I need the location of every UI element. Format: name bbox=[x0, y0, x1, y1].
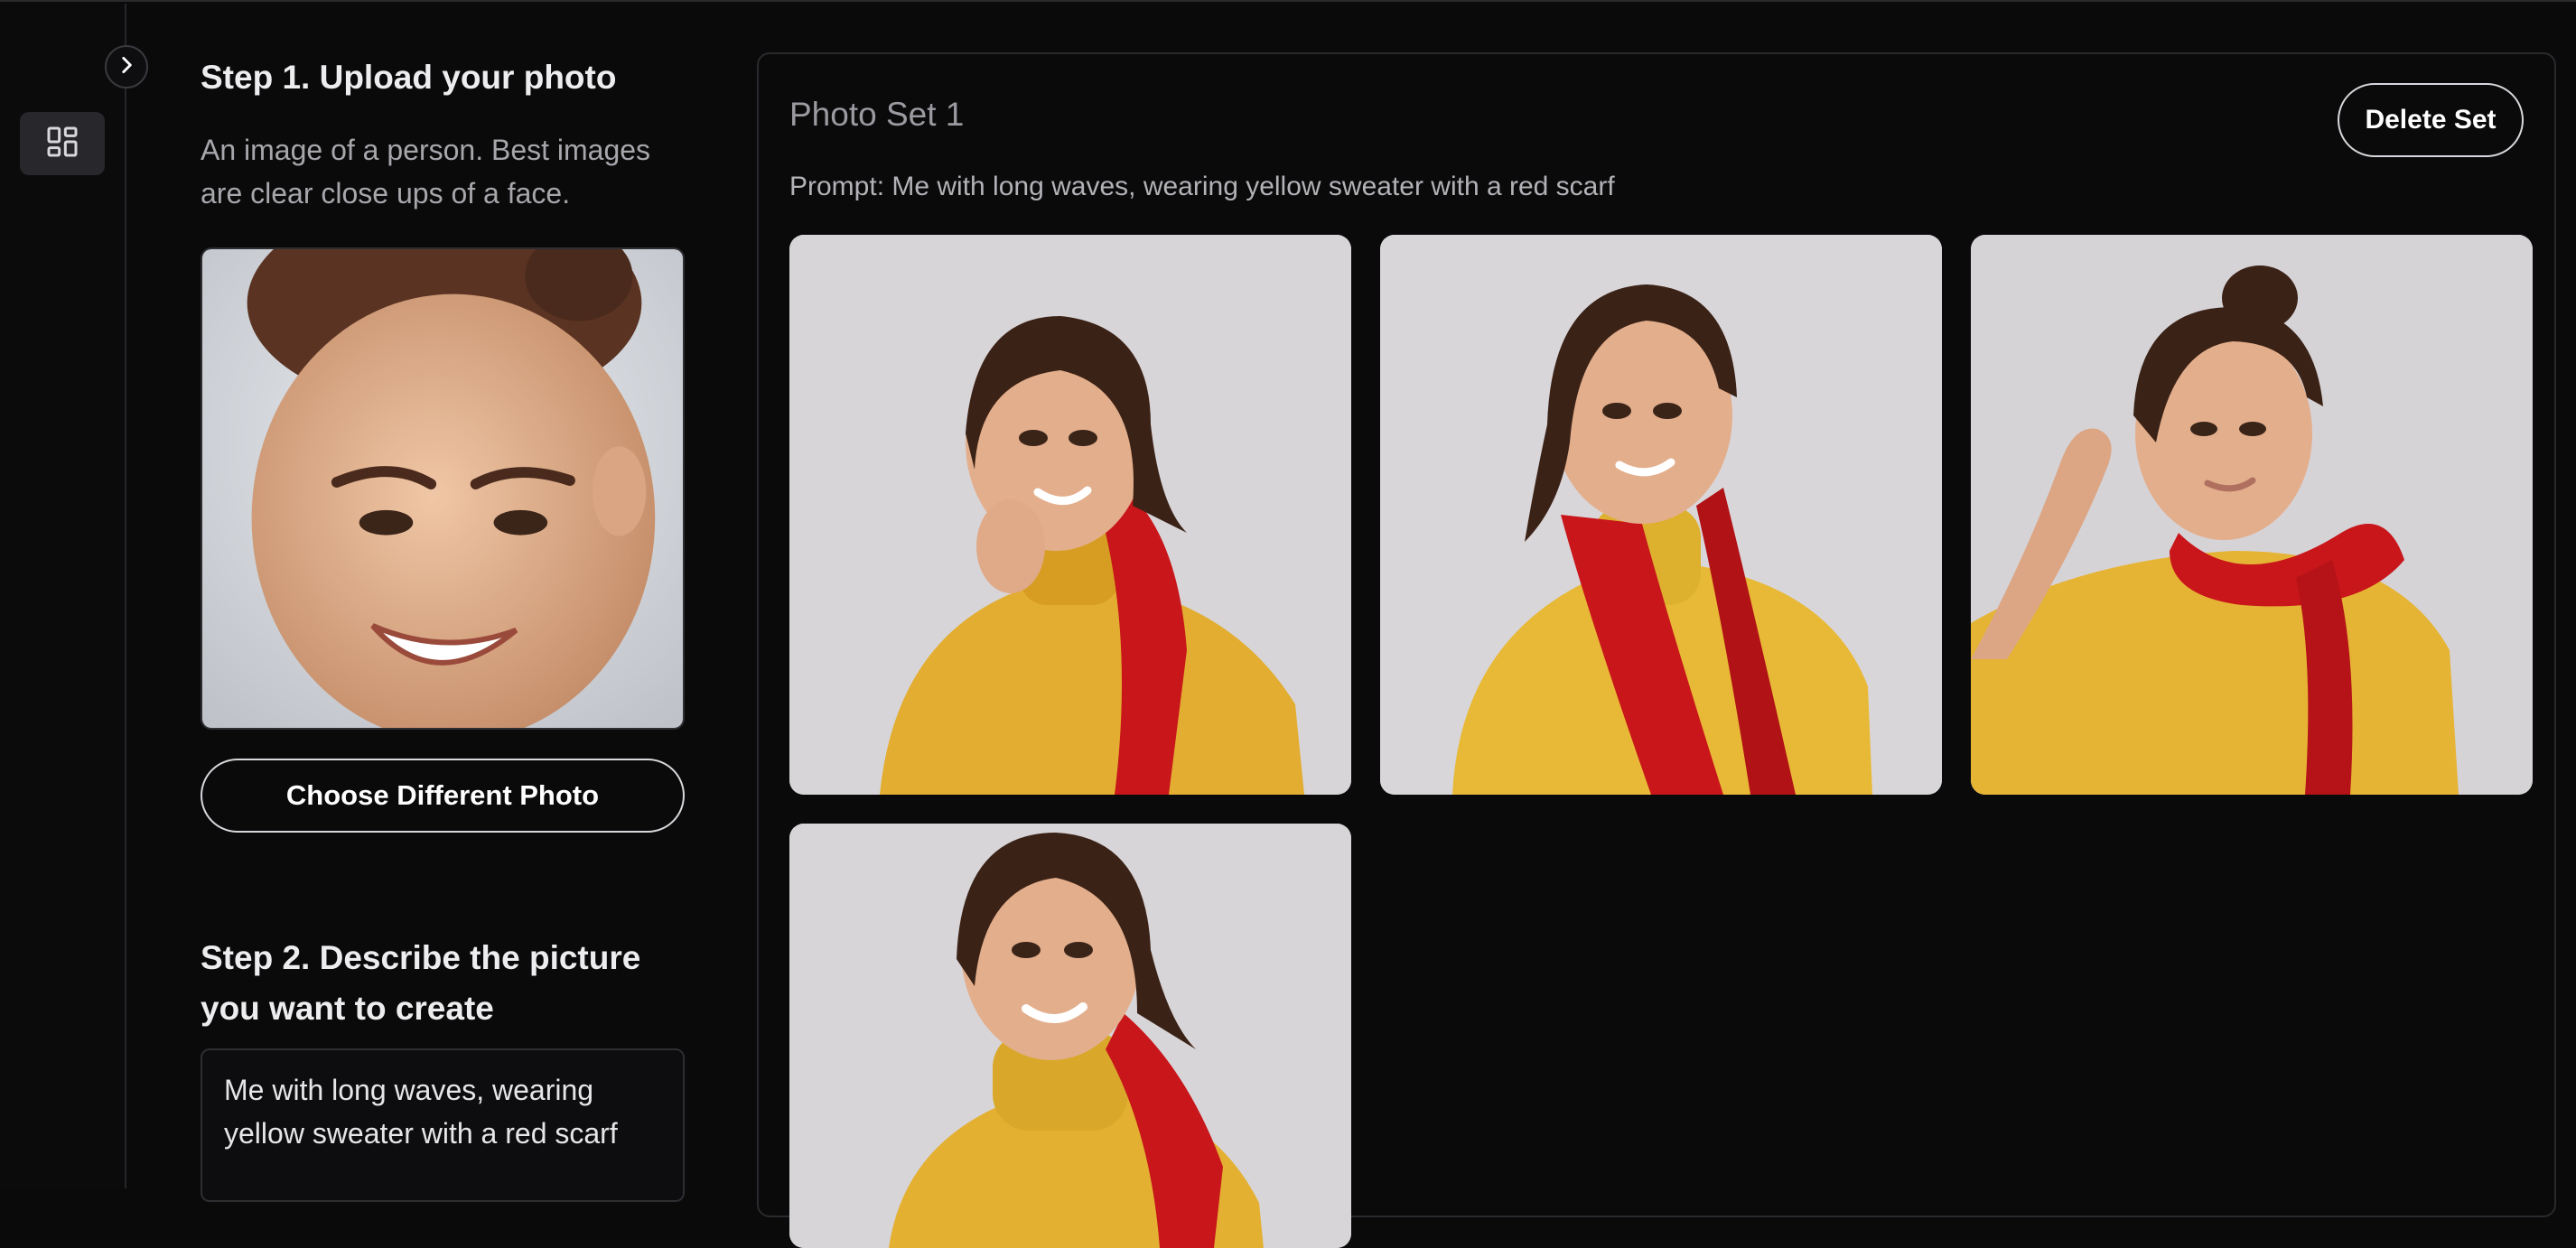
delete-set-button[interactable]: Delete Set bbox=[2338, 83, 2524, 157]
prompt-input[interactable]: Me with long waves, wearing yellow sweat… bbox=[201, 1048, 685, 1202]
dashboard-grid-icon bbox=[44, 124, 80, 164]
generated-photo[interactable] bbox=[1380, 235, 1942, 795]
generated-photo[interactable] bbox=[789, 824, 1351, 1248]
generated-photo[interactable] bbox=[1971, 235, 2533, 795]
choose-different-photo-button[interactable]: Choose Different Photo bbox=[201, 759, 685, 833]
step2-title: Step 2. Describe the picture you want to… bbox=[201, 939, 641, 1027]
step1-description: An image of a person. Best images are cl… bbox=[201, 134, 651, 210]
sidebar-collapse-button[interactable] bbox=[105, 45, 148, 88]
uploaded-photo-preview bbox=[201, 247, 685, 730]
app-frame: Step 1. Upload your photo An image of a … bbox=[0, 0, 2576, 1248]
dashboard-button[interactable] bbox=[20, 112, 105, 175]
photo-set-panel: Photo Set 1 Delete Set Prompt: Me with l… bbox=[757, 52, 2556, 1248]
step1-title: Step 1. Upload your photo bbox=[201, 59, 617, 96]
photo-set-title: Photo Set 1 bbox=[789, 96, 965, 133]
photo-set-prompt: Prompt: Me with long waves, wearing yell… bbox=[789, 172, 1615, 201]
generated-photo[interactable] bbox=[789, 235, 1351, 795]
chevron-right-icon bbox=[115, 53, 138, 81]
sidebar-rail bbox=[0, 4, 126, 1188]
